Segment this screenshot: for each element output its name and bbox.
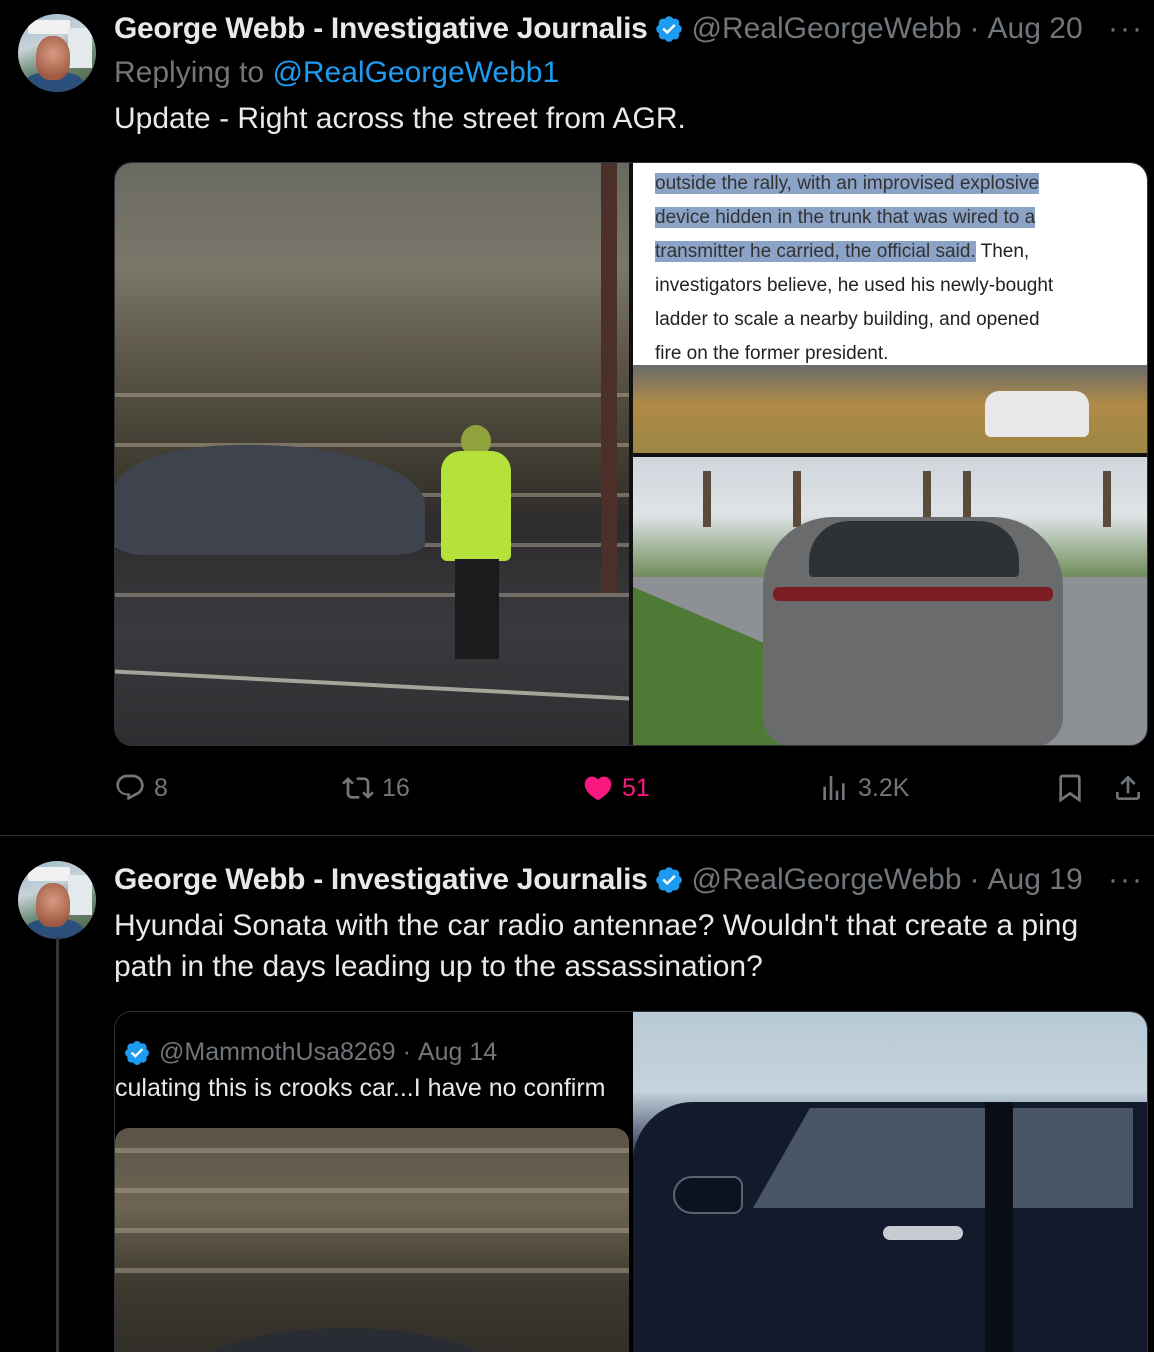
article-line: device hidden in the trunk that was wire…	[655, 207, 1036, 228]
tweet-2[interactable]: George Webb - Investigative Journalis @R…	[0, 837, 1154, 1352]
repost-icon	[342, 777, 374, 799]
views-chart-icon	[823, 776, 845, 800]
repost-count: 16	[382, 773, 410, 802]
tweet-header: George Webb - Investigative Journalis @R…	[114, 12, 1083, 46]
like-count: 51	[622, 773, 650, 802]
tweet-text: Hyundai Sonata with the car radio antenn…	[114, 909, 1079, 983]
media-photo-car-door[interactable]	[633, 1012, 1147, 1352]
separator-dot: ·	[969, 863, 980, 896]
tweet-text: Update - Right across the street from AG…	[114, 102, 686, 135]
replying-to-link[interactable]: @RealGeorgeWebb1	[272, 56, 559, 89]
author-name[interactable]: George Webb - Investigative Journalis	[114, 12, 648, 46]
media-grid[interactable]: outside the rally, with an improvised ex…	[114, 162, 1148, 746]
verified-badge-icon	[655, 16, 682, 42]
replying-to: Replying to @RealGeorgeWebb1	[114, 56, 559, 90]
avatar[interactable]	[18, 861, 96, 939]
share-button[interactable]	[1112, 772, 1152, 804]
media-article-screenshot[interactable]: outside the rally, with an improvised ex…	[633, 163, 1147, 453]
tweet-header: George Webb - Investigative Journalis @R…	[114, 863, 1083, 897]
verified-badge-icon	[655, 867, 682, 893]
tweet-1[interactable]: George Webb - Investigative Journalis @R…	[0, 0, 1154, 836]
share-icon	[1116, 775, 1140, 800]
article-line: investigators believe, he used his newly…	[655, 275, 1054, 296]
more-options-icon[interactable]: ···	[1108, 12, 1144, 46]
quoted-tweet-body[interactable]: @MammothUsa8269 · Aug 14 culating this i…	[115, 1012, 629, 1352]
media-photo-sonata[interactable]	[633, 457, 1147, 745]
bookmark-button[interactable]	[1054, 772, 1094, 804]
article-line-highlighted: transmitter he carried, the official sai…	[655, 241, 976, 262]
thread-connector-line	[56, 937, 59, 1352]
quoted-text: culating this is crooks car...I have no …	[115, 1074, 606, 1102]
action-bar: 8 16 51 3.2K	[114, 772, 1148, 812]
tweet-date[interactable]: Aug 20	[988, 12, 1083, 46]
author-name[interactable]: George Webb - Investigative Journalis	[114, 863, 648, 897]
more-options-icon[interactable]: ···	[1108, 863, 1144, 897]
author-handle[interactable]: @RealGeorgeWebb	[692, 12, 962, 46]
author-handle[interactable]: @RealGeorgeWebb	[692, 863, 962, 897]
like-button[interactable]: 51	[582, 772, 650, 804]
quoted-media-photo[interactable]	[115, 1128, 629, 1352]
heart-icon	[584, 776, 612, 801]
quoted-handle[interactable]: @MammothUsa8269	[159, 1038, 396, 1067]
article-text: outside the rally, with an improvised ex…	[655, 167, 1125, 371]
article-line: ladder to scale a nearby building, and o…	[655, 309, 1040, 330]
media-photo-street[interactable]	[115, 163, 629, 745]
views-count: 3.2K	[858, 773, 910, 802]
repost-button[interactable]: 16	[342, 772, 410, 804]
article-line: outside the rally, with an improvised ex…	[655, 173, 1040, 194]
verified-badge-icon	[125, 1040, 149, 1065]
avatar[interactable]	[18, 14, 96, 92]
separator-dot: ·	[402, 1038, 411, 1066]
reply-button[interactable]: 8	[114, 772, 168, 804]
article-line: Then,	[975, 241, 1030, 262]
reply-icon	[116, 774, 144, 801]
views-button[interactable]: 3.2K	[818, 772, 909, 804]
reply-count: 8	[154, 773, 168, 802]
quoted-tweet-header: @MammothUsa8269 · Aug 14	[123, 1038, 497, 1067]
bookmark-icon	[1059, 774, 1081, 803]
replying-to-label: Replying to	[114, 56, 265, 89]
tweet-date[interactable]: Aug 19	[988, 863, 1083, 897]
quoted-tweet[interactable]: @MammothUsa8269 · Aug 14 culating this i…	[114, 1011, 1148, 1352]
separator-dot: ·	[969, 12, 980, 45]
quoted-date[interactable]: Aug 14	[418, 1038, 497, 1067]
